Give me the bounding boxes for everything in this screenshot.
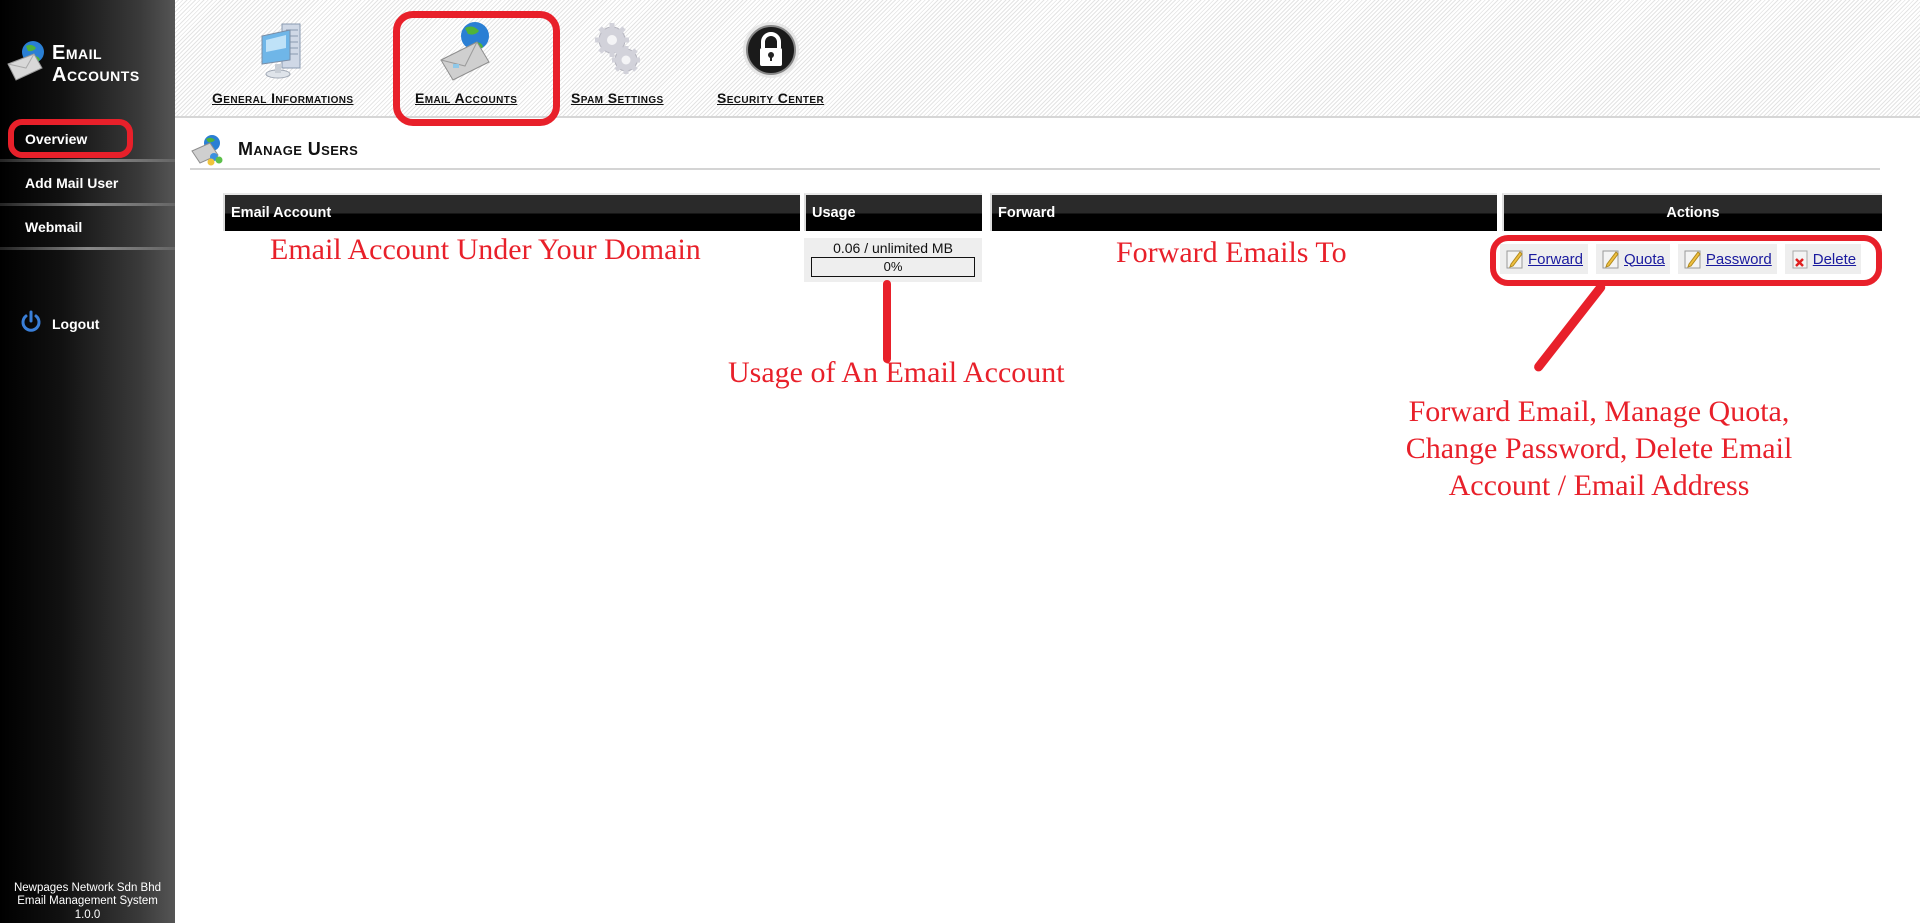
annotation-pointer-usage <box>883 280 891 363</box>
edit-pencil-icon <box>1684 249 1702 269</box>
usage-percent-label: 0% <box>883 259 903 274</box>
email-globe-icon <box>6 38 46 84</box>
column-header-label: Usage <box>812 205 856 221</box>
annotation-pointer-actions <box>1532 281 1608 374</box>
annotation-forward: Forward Emails To <box>1116 236 1347 269</box>
row-actions: Forward Quota Password Delete <box>1500 244 1862 274</box>
forward-link[interactable]: Forward <box>1528 251 1583 268</box>
top-navigation: General Informations Email Accounts Spam… <box>175 0 1920 118</box>
email-globe-icon <box>431 20 501 82</box>
sidebar-item-label: Add Mail User <box>25 174 119 191</box>
edit-pencil-icon <box>1506 249 1524 269</box>
tab-general-informations[interactable]: General Informations <box>212 20 353 106</box>
power-icon <box>20 310 42 337</box>
padlock-icon <box>736 20 806 82</box>
delete-x-icon <box>1791 249 1809 269</box>
tab-email-accounts[interactable]: Email Accounts <box>415 20 517 106</box>
sidebar-item-overview[interactable]: Overview <box>0 118 175 162</box>
column-header-actions: Actions <box>1502 193 1882 231</box>
section-header: Manage Users <box>190 133 1880 170</box>
page-title: Manage Users <box>238 139 359 159</box>
usage-text: 0.06 / unlimited MB <box>833 240 953 256</box>
app-title: Email Accounts <box>52 42 140 86</box>
tab-label: Security Center <box>717 90 825 106</box>
forward-action[interactable]: Forward <box>1500 244 1589 274</box>
sidebar-item-label: Webmail <box>25 218 83 235</box>
usage-progress-bar: 0% <box>811 257 975 277</box>
manage-users-icon <box>190 133 224 172</box>
sidebar-nav: Overview Add Mail User Webmail <box>0 118 175 250</box>
tab-label: Email Accounts <box>415 90 518 106</box>
sidebar-item-webmail[interactable]: Webmail <box>0 206 175 250</box>
delete-action[interactable]: Delete <box>1784 244 1862 274</box>
column-header-label: Email Account <box>231 205 332 221</box>
sidebar-item-label: Overview <box>25 130 88 147</box>
column-header-forward: Forward <box>990 193 1497 231</box>
usage-cell: 0.06 / unlimited MB 0% <box>804 238 982 282</box>
logout-button[interactable]: Logout <box>20 310 99 337</box>
quota-link[interactable]: Quota <box>1624 251 1665 268</box>
app-title-line1: Email <box>52 42 103 64</box>
computer-icon <box>248 20 318 82</box>
column-header-label: Forward <box>998 205 1056 221</box>
logout-label: Logout <box>52 315 100 332</box>
tab-spam-settings[interactable]: Spam Settings <box>571 20 664 106</box>
annotation-actions: Forward Email, Manage Quota, Change Pass… <box>1405 395 1793 502</box>
column-header-email-account: Email Account <box>223 193 800 231</box>
app-title-line2: Accounts <box>52 64 140 86</box>
quota-action[interactable]: Quota <box>1596 244 1670 274</box>
tab-label: Spam Settings <box>571 90 664 106</box>
footer-version: 1.0.0 <box>74 908 101 921</box>
delete-link[interactable]: Delete <box>1813 251 1856 268</box>
brand: Email Accounts <box>6 38 140 86</box>
annotation-usage: Usage of An Email Account <box>728 356 1065 389</box>
password-link[interactable]: Password <box>1706 251 1772 268</box>
annotation-email-account: Email Account Under Your Domain <box>270 233 701 266</box>
tab-security-center[interactable]: Security Center <box>717 20 824 106</box>
gears-icon <box>582 20 652 82</box>
column-header-label: Actions <box>1666 205 1720 221</box>
edit-pencil-icon <box>1602 249 1620 269</box>
sidebar-item-add-mail-user[interactable]: Add Mail User <box>0 162 175 206</box>
column-header-usage: Usage <box>804 193 982 231</box>
sidebar: Email Accounts Overview Add Mail User We… <box>0 0 175 923</box>
sidebar-footer: Newpages Network Sdn Bhd Email Managemen… <box>0 882 175 923</box>
password-action[interactable]: Password <box>1677 244 1777 274</box>
footer-company: Newpages Network Sdn Bhd <box>13 881 162 894</box>
footer-product: Email Management System <box>17 895 158 907</box>
tab-label: General Informations <box>212 90 354 106</box>
